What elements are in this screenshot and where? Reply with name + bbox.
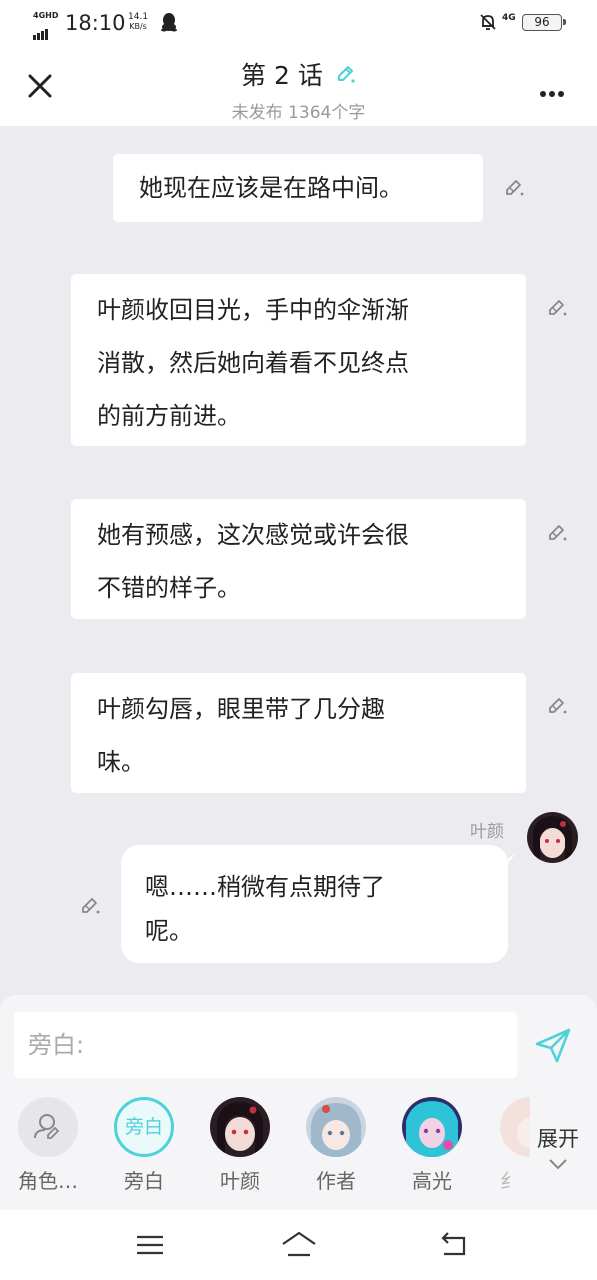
role-partial[interactable]: 纟 [490,1097,530,1194]
add-role-button[interactable] [18,1097,78,1157]
character-portrait-icon [306,1097,366,1157]
speed-value: 14.1 [128,12,149,22]
role-avatar[interactable] [306,1097,366,1157]
chevron-down-icon [549,1159,567,1170]
chapter-status: 未发布 1364个字 [231,103,366,123]
expand-label: 展开 [537,1127,579,1151]
role-gaoguang[interactable]: 高光 [394,1097,470,1194]
dialogue-line: 嗯……稍微有点期待了 [145,873,385,901]
edit-message-icon[interactable] [546,694,568,716]
qq-penguin-icon [161,13,177,32]
dialogue-bubble[interactable]: 嗯……稍微有点期待了 呢。 [121,845,508,963]
role-label: 旁白 [124,1169,164,1193]
edit-message-icon[interactable] [503,176,525,198]
narration-bubble[interactable]: 叶颜收回目光，手中的伞渐渐 消散，然后她向着看不见终点 的前方前进。 [71,274,526,446]
back-icon[interactable] [438,1228,472,1262]
header: 第 2 话 未发布 1364个字 [0,44,597,126]
edit-message-icon[interactable] [79,894,101,916]
narration-line: 不错的样子。 [97,574,241,602]
message-input[interactable] [14,1012,517,1078]
narration-bubble[interactable]: 她现在应该是在路中间。 [113,154,483,222]
dialogue-line: 呢。 [145,917,193,945]
narrator-avatar[interactable]: 旁白 [114,1097,174,1157]
speaker-name: 叶颜 [470,822,504,842]
narration-bubble[interactable]: 叶颜勾唇，眼里带了几分趣 味。 [71,673,526,793]
network-type: 4GHD [33,11,59,20]
speaker-avatar[interactable] [527,812,578,863]
role-label: 角色… [18,1169,78,1193]
narration-text: 她现在应该是在路中间。 [139,174,403,202]
role-author[interactable]: 作者 [298,1097,374,1194]
role-avatar[interactable] [500,1097,530,1157]
narration-line: 她有预感，这次感觉或许会很 [97,521,409,549]
clock: 18:10 [65,11,126,35]
role-label: 叶颜 [220,1169,260,1193]
narration-line: 叶颜勾唇，眼里带了几分趣 [97,695,385,723]
battery-indicator: 96 [522,14,566,31]
narration-line: 味。 [97,748,145,776]
menu-icon[interactable] [133,1228,167,1262]
system-nav-bar [0,1210,597,1280]
narration-line: 叶颜收回目光，手中的伞渐渐 [97,296,409,324]
character-portrait-icon [210,1097,270,1157]
signal-icon [33,21,49,40]
edit-title-icon[interactable] [334,63,356,85]
network-speed: 14.1 KB/s [128,12,149,32]
edit-message-icon[interactable] [546,296,568,318]
role-yeyan[interactable]: 叶颜 [202,1097,278,1194]
character-portrait-icon [402,1097,462,1157]
title-row: 第 2 话 [0,56,597,92]
role-narrator[interactable]: 旁白 旁白 [106,1097,182,1194]
character-portrait-icon [500,1097,530,1157]
narration-line: 消散，然后她向着看不见终点 [97,349,409,377]
character-portrait-icon [527,812,578,863]
role-add[interactable]: 角色… [10,1097,86,1194]
role-label: 作者 [316,1169,356,1193]
edit-message-icon[interactable] [546,521,568,543]
mobile-data-type: 4G [502,13,516,23]
narration-bubble[interactable]: 她有预感，这次感觉或许会很 不错的样子。 [71,499,526,619]
role-avatar[interactable] [402,1097,462,1157]
home-icon[interactable] [280,1228,318,1262]
narration-line: 的前方前进。 [97,402,241,430]
more-options-icon[interactable] [540,82,576,97]
composer-panel: 角色… 旁白 旁白 叶颜 [0,995,597,1210]
role-avatar[interactable] [210,1097,270,1157]
muted-bell-icon [480,14,496,30]
role-label: 纟 [500,1169,520,1193]
add-role-icon [34,1114,60,1139]
send-icon[interactable] [533,1025,573,1065]
expand-button[interactable]: 展开 [530,1123,586,1175]
page-title: 第 2 话 [241,61,323,90]
role-label: 高光 [412,1169,452,1193]
speed-unit: KB/s [129,22,147,31]
status-bar: 4GHD 18:10 14.1 KB/s 4G 96 [0,0,597,44]
